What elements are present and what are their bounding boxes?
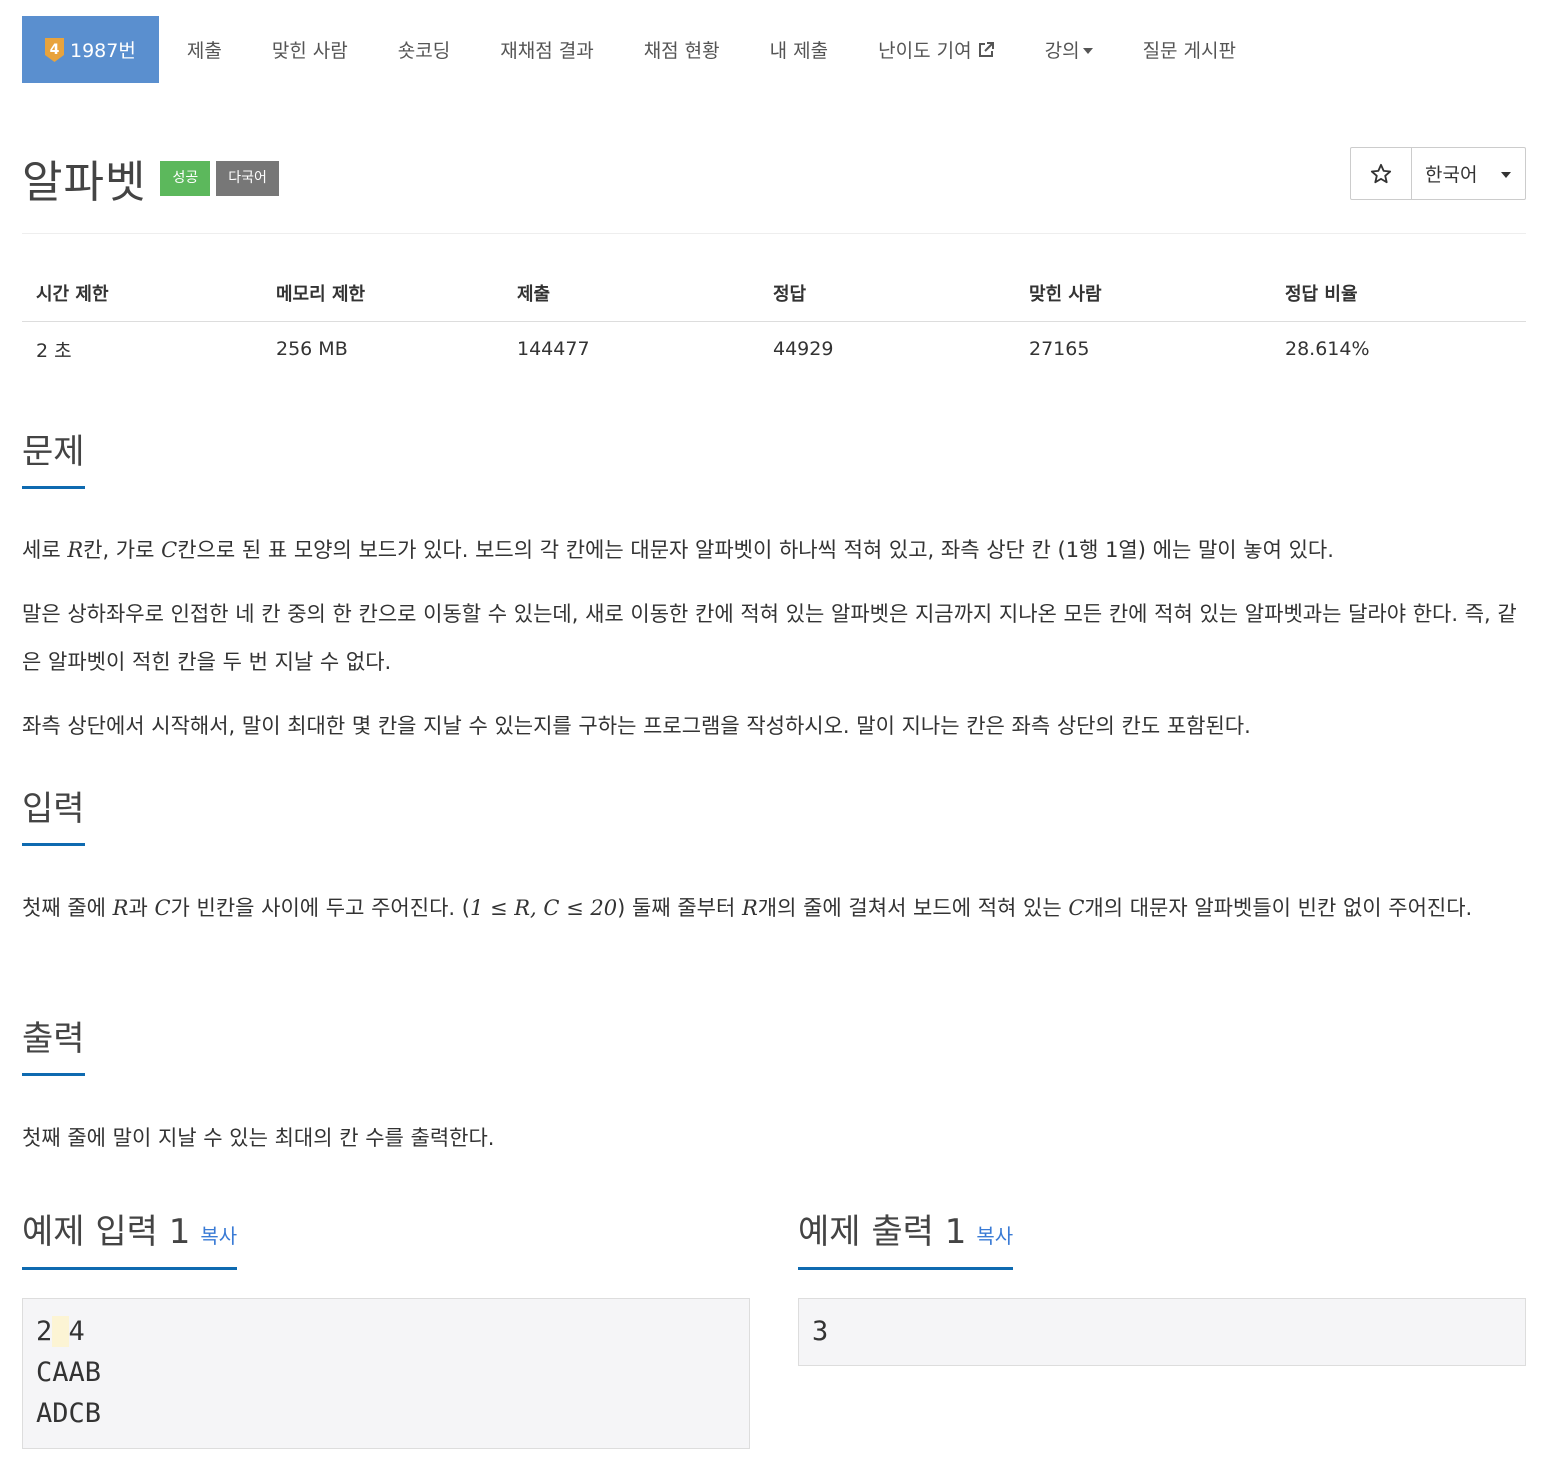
divider <box>22 845 1526 846</box>
output-section-header: 출력 <box>22 1019 1526 1076</box>
table-cell: 44929 <box>773 338 834 361</box>
text-span: 2 <box>36 1316 53 1347</box>
nav-rejudge-label: 재채점 결과 <box>500 40 594 62</box>
sample-output-box[interactable]: 3 <box>798 1298 1526 1366</box>
favorite-button[interactable] <box>1351 148 1412 199</box>
divider <box>22 1075 1526 1076</box>
table-header: 시간 제한 <box>22 265 262 322</box>
chevron-down-icon <box>1501 172 1511 178</box>
math-var-c: C <box>161 538 178 562</box>
sample-input-box[interactable]: 2 4 CAAB ADCB <box>22 1298 750 1449</box>
copy-sample-input-button[interactable]: 복사 <box>200 1224 237 1248</box>
nav-difficulty-contribution[interactable]: 난이도 기여 <box>878 16 994 83</box>
math-var-r: R <box>112 896 129 920</box>
text-span: 개의 대문자 알파벳들이 빈칸 없이 주어진다. <box>1084 896 1473 920</box>
tier-badge-icon: 4 <box>45 37 64 62</box>
text-span: 4 <box>68 1316 85 1347</box>
table-header: 메모리 제한 <box>262 265 503 322</box>
math-var-r: R <box>67 538 84 562</box>
problem-menu: 4 1987번 제출 맞힌 사람 숏코딩 재채점 결과 채점 현황 내 제출 난… <box>22 16 1526 83</box>
table-header: 맞힌 사람 <box>1015 265 1271 322</box>
status-badge-multilang: 다국어 <box>216 160 279 196</box>
text-span: 과 <box>128 896 155 920</box>
sample-output-line: 3 <box>812 1316 829 1347</box>
math-var-r: R <box>741 896 758 920</box>
math-var-c: C <box>154 896 171 920</box>
nav-problem-number[interactable]: 4 1987번 <box>22 16 159 83</box>
title-controls: 한국어 <box>1350 147 1526 200</box>
problem-paragraph-1: 세로 R칸, 가로 C칸으로 된 표 모양의 보드가 있다. 보드의 각 칸에는… <box>22 526 1526 574</box>
sample-input-line: ADCB <box>36 1398 102 1429</box>
nav-my-submissions[interactable]: 내 제출 <box>770 16 828 83</box>
status-badge-success: 성공 <box>160 160 211 196</box>
table-cell: 256 MB <box>276 338 348 361</box>
nav-rejudge[interactable]: 재채점 결과 <box>500 16 593 83</box>
page-title: 알파벳 <box>22 157 147 208</box>
nav-status[interactable]: 채점 현황 <box>644 16 720 83</box>
nav-shortcoding-label: 숏코딩 <box>397 40 451 62</box>
problem-section-header: 문제 <box>22 432 1526 489</box>
text-span: ) 둘째 줄부터 <box>617 896 742 920</box>
table-cell: 2 초 <box>36 339 72 362</box>
sample-output-heading: 예제 출력 1 <box>798 1212 967 1252</box>
external-link-icon <box>977 41 995 59</box>
sample-input-header: 예제 입력 1 복사 <box>22 1204 750 1270</box>
nav-my-submissions-label: 내 제출 <box>769 40 829 62</box>
sample-input-line: 2 4 <box>36 1311 736 1352</box>
copy-sample-output-button[interactable]: 복사 <box>976 1224 1013 1248</box>
sample-input-line: CAAB <box>36 1357 102 1388</box>
table-header-row: 시간 제한 메모리 제한 제출 정답 맞힌 사람 정답 비율 <box>22 265 1526 322</box>
nav-status-label: 채점 현황 <box>643 40 720 62</box>
text-span: 가 빈칸을 사이에 두고 주어진다. ( <box>170 896 470 920</box>
language-select[interactable]: 한국어 <box>1412 148 1525 199</box>
problem-heading: 문제 <box>22 432 85 489</box>
math-var-c: C <box>1068 896 1085 920</box>
nav-difficulty-label: 난이도 기여 <box>878 40 972 62</box>
nav-qna-board[interactable]: 질문 게시판 <box>1143 16 1236 83</box>
text-span: 칸, 가로 <box>83 538 162 562</box>
divider <box>22 488 1526 489</box>
nav-solvers[interactable]: 맞힌 사람 <box>272 16 348 83</box>
problem-info-table: 시간 제한 메모리 제한 제출 정답 맞힌 사람 정답 비율 2 초 256 M… <box>22 265 1526 377</box>
table-row: 2 초 256 MB 144477 44929 27165 28.614% <box>22 321 1526 377</box>
output-heading: 출력 <box>22 1019 85 1076</box>
nav-lectures-dropdown[interactable]: 강의 <box>1045 16 1093 83</box>
sample-input-title: 예제 입력 1 복사 <box>22 1204 238 1270</box>
title-row: 알파벳 성공 다국어 <box>22 146 279 210</box>
math-constraint: 1 ≤ R, C ≤ 20 <box>469 896 618 920</box>
text-span: 세로 <box>22 538 68 562</box>
chevron-down-icon <box>1082 48 1093 54</box>
divider <box>22 233 1526 234</box>
input-section-header: 입력 <box>22 789 1526 846</box>
table-cell: 28.614% <box>1285 338 1370 361</box>
text-span: 개의 줄에 걸쳐서 보드에 적혀 있는 <box>757 896 1069 920</box>
table-cell: 144477 <box>517 338 590 361</box>
sample-output-header: 예제 출력 1 복사 <box>798 1204 1526 1270</box>
sample-input-heading: 예제 입력 1 <box>22 1212 191 1252</box>
language-select-value: 한국어 <box>1425 164 1478 186</box>
table-header: 제출 <box>503 265 759 322</box>
text-span: 칸으로 된 표 모양의 보드가 있다. 보드의 각 칸에는 대문자 알파벳이 하… <box>177 538 1334 562</box>
nav-shortcoding[interactable]: 숏코딩 <box>398 16 450 83</box>
table-header: 정답 비율 <box>1271 265 1526 322</box>
table-cell: 27165 <box>1029 338 1090 361</box>
nav-problem-label: 1987번 <box>70 40 136 62</box>
nav-lectures-label: 강의 <box>1044 40 1080 62</box>
problem-paragraph-2: 말은 상하좌우로 인접한 네 칸 중의 한 칸으로 이동할 수 있는데, 새로 … <box>22 602 1517 674</box>
nav-submit-label: 제출 <box>186 40 222 62</box>
tier-number: 4 <box>50 42 60 58</box>
highlighted-space <box>52 1316 69 1347</box>
nav-solvers-label: 맞힌 사람 <box>271 40 348 62</box>
text-span: 첫째 줄에 <box>22 896 113 920</box>
problem-description: 세로 R칸, 가로 C칸으로 된 표 모양의 보드가 있다. 보드의 각 칸에는… <box>22 526 1526 750</box>
problem-paragraph-3: 좌측 상단에서 시작해서, 말이 최대한 몇 칸을 지날 수 있는지를 구하는 … <box>22 714 1251 738</box>
star-outline-icon <box>1370 163 1392 183</box>
nav-submit[interactable]: 제출 <box>187 16 222 83</box>
input-description: 첫째 줄에 R과 C가 빈칸을 사이에 두고 주어진다. (1 ≤ R, C ≤… <box>22 884 1526 932</box>
nav-qna-label: 질문 게시판 <box>1142 40 1237 62</box>
sample-output-title: 예제 출력 1 복사 <box>798 1204 1014 1270</box>
table-header: 정답 <box>759 265 1015 322</box>
input-heading: 입력 <box>22 789 85 846</box>
output-description: 첫째 줄에 말이 지날 수 있는 최대의 칸 수를 출력한다. <box>22 1126 495 1150</box>
